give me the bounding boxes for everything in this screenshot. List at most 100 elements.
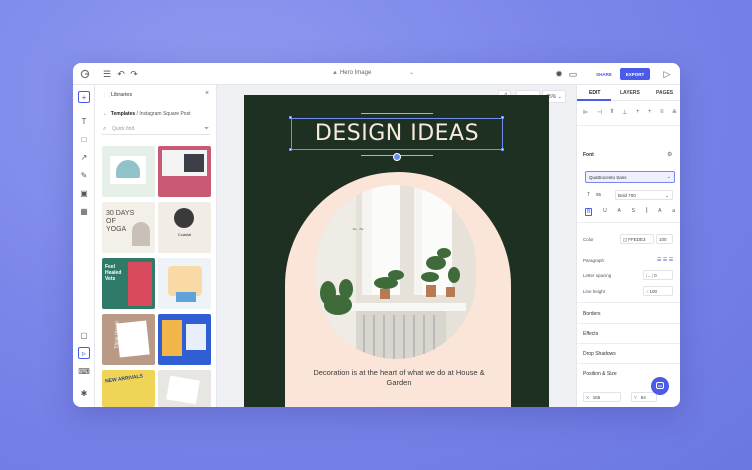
template-thumb[interactable] [102, 146, 155, 197]
template-thumb[interactable] [158, 314, 211, 365]
template-thumb[interactable] [158, 370, 211, 407]
thumb-text: NEW ARRIVALS [104, 373, 144, 385]
case-icon[interactable]: a [672, 208, 675, 216]
add-tool-icon[interactable]: + [78, 91, 90, 103]
template-thumb[interactable]: Think Visual [102, 314, 155, 365]
underline-icon[interactable]: U [603, 208, 607, 216]
library-title: Libraries [111, 92, 133, 98]
tab-layers[interactable]: LAYERS [620, 90, 640, 96]
tab-edit[interactable]: EDIT [589, 90, 600, 96]
strikethrough-icon[interactable]: S [632, 208, 635, 216]
menu-icon[interactable]: ☰ [101, 68, 113, 80]
line-height-field[interactable]: ↕ 100 [643, 286, 673, 296]
align-top-icon[interactable]: ⫪ [610, 109, 613, 116]
keyboard-icon[interactable]: ⌨ [78, 365, 90, 377]
back-arrow-icon[interactable]: ← [103, 111, 108, 117]
select-tool-icon[interactable]: ▹ [78, 347, 90, 359]
canvas-area[interactable]: ⤢ − + 65% ⌄ DESIGN IDEAS [217, 85, 576, 407]
search-placeholder: Quick find [112, 126, 135, 132]
template-thumb[interactable]: NEW ARRIVALS [102, 370, 155, 407]
line-tool-icon[interactable]: ↗ [78, 151, 90, 163]
share-button[interactable]: SHARE [590, 68, 618, 80]
font-weight-value: Bold 700 [618, 193, 636, 198]
grid-tool-icon[interactable]: ▦ [78, 205, 90, 217]
chat-support-button[interactable] [651, 377, 669, 395]
selection-box[interactable] [291, 118, 503, 150]
resize-handle[interactable] [501, 148, 504, 151]
document-title[interactable]: ▲ Hero Image ⌄ [313, 69, 433, 76]
drop-shadows-section[interactable]: Drop Shadows [583, 351, 616, 357]
distribute-icon[interactable]: ≡ [660, 109, 664, 116]
close-icon[interactable]: × [205, 90, 209, 97]
image-icon: ▲ [331, 70, 338, 76]
plant-photo[interactable]: ~ ~ [316, 185, 476, 359]
filter-icon[interactable]: ⏷ [204, 124, 209, 135]
opacity-field[interactable]: 100 [656, 234, 673, 244]
alignment-toolbar: ⊫ ⊣ ⫪ ⊥ + + ≡ ≚ [583, 109, 677, 116]
sun-icon[interactable]: ✹ [553, 68, 565, 80]
undo-icon[interactable]: ↶ [115, 68, 127, 80]
letter-spacing-field[interactable]: |↔| 0 [643, 270, 673, 280]
more-align-icon[interactable]: ≚ [672, 109, 677, 116]
y-label: Y [634, 395, 638, 400]
template-thumb[interactable] [158, 258, 211, 309]
font-family-value: Quattrocento Sans [589, 175, 627, 180]
logo-icon[interactable] [79, 68, 91, 80]
effects-section[interactable]: Effects [583, 331, 598, 337]
bold-icon[interactable]: B [585, 208, 593, 216]
paragraph-align-icons[interactable]: ☰ ☰ ☰ [657, 257, 673, 263]
align-right-icon[interactable]: ⊣ [597, 109, 602, 116]
color-swatch[interactable] [623, 237, 627, 242]
color-field[interactable]: FFEDE3 [620, 234, 654, 244]
play-icon[interactable]: ▷ [661, 68, 673, 80]
template-thumb[interactable]: Feel Healed Vets [102, 258, 155, 309]
y-position-field[interactable]: Y 64 [631, 392, 657, 402]
align-center-icon[interactable]: ⊥ [622, 109, 627, 116]
template-thumb[interactable]: 30 DAYS OF YOGA [102, 202, 155, 253]
breadcrumb-current: Instagram Square Post [139, 111, 191, 117]
color-label: Color [583, 237, 594, 242]
active-tab-indicator [577, 99, 611, 101]
pen-tool-icon[interactable]: ✎ [78, 169, 90, 181]
breadcrumb-templates[interactable]: Templates [111, 111, 135, 117]
align-left-icon[interactable]: ⊫ [583, 109, 588, 116]
font-family-select[interactable]: Quattrocento Sans ⌄ [585, 171, 675, 183]
text-tool-icon[interactable]: T [78, 115, 90, 127]
page-icon[interactable]: ▢ [78, 329, 90, 341]
shape-tool-icon[interactable]: □ [78, 133, 90, 145]
image-tool-icon[interactable]: ▣ [78, 187, 90, 199]
thumb-text: Feel Healed Vets [105, 264, 122, 282]
font-settings-icon[interactable]: ⚙ [667, 151, 672, 158]
top-divider [361, 113, 433, 114]
tab-pages[interactable]: PAGES [656, 90, 673, 96]
font-size-field[interactable]: 95 [594, 190, 610, 200]
align-bottom-icon[interactable]: + [648, 109, 652, 116]
uppercase-icon[interactable]: ⫿ [646, 208, 648, 216]
paragraph-label: Paragraph [583, 258, 605, 263]
template-thumb[interactable]: Coastal [158, 202, 211, 253]
plugin-icon[interactable]: ✱ [78, 387, 90, 399]
italic-icon[interactable]: A [618, 208, 621, 216]
position-size-section[interactable]: Position & Size [583, 371, 617, 377]
resize-handle[interactable] [289, 148, 292, 151]
align-middle-icon[interactable]: + [636, 109, 640, 116]
artboard[interactable]: DESIGN IDEAS ~ ~ Decoration is at the he… [244, 95, 549, 407]
redo-icon[interactable]: ↷ [128, 68, 140, 80]
borders-section[interactable]: Borders [583, 311, 601, 317]
x-position-field[interactable]: X 165 [583, 392, 621, 402]
search-input[interactable]: ⌕ Quick find ⏷ [102, 124, 210, 135]
resize-handle[interactable] [289, 116, 292, 119]
library-panel: ⋮⋮ Libraries × ← Templates / Instagram S… [95, 85, 217, 407]
letter-spacing-value: 0 [654, 273, 657, 278]
resize-handle[interactable] [501, 116, 504, 119]
letter-spacing-icon: |↔| [646, 273, 653, 278]
divider [577, 343, 680, 344]
font-weight-select[interactable]: Bold 700 ⌄ [615, 190, 673, 200]
subscript-icon[interactable]: A [658, 208, 661, 216]
export-button[interactable]: EXPORT [620, 68, 650, 80]
template-thumb[interactable] [158, 146, 211, 197]
tagline-text[interactable]: Decoration is at the heart of what we do… [304, 368, 494, 388]
chevron-down-icon: ⌄ [408, 70, 414, 76]
comment-icon[interactable]: ▭ [567, 68, 579, 80]
rotate-handle[interactable] [393, 153, 401, 161]
